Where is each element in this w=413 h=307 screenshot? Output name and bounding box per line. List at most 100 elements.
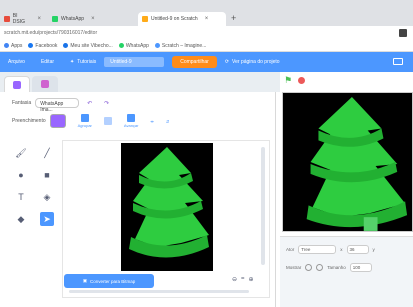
browser-tab-scratch[interactable]: Untitled-9 on Scratch × [138, 12, 226, 26]
bookmark-label: Meu site Vibecho... [70, 42, 113, 49]
close-icon[interactable]: × [37, 16, 41, 22]
text-tool[interactable]: T [14, 190, 28, 204]
x-label: x [340, 247, 343, 252]
flip-horizontal-icon: ⇹ [150, 118, 154, 124]
zoom-controls: ⊖ = ⊕ [232, 276, 254, 283]
convert-label: Converter para Bitmap [89, 278, 136, 284]
flip-vertical-button[interactable]: ⇵ [166, 119, 169, 124]
close-icon[interactable]: × [205, 16, 209, 22]
tab-favicon-icon [142, 16, 148, 22]
vertical-scrollbar[interactable] [261, 147, 265, 265]
bookmark-whatsapp[interactable]: WhatsApp [118, 43, 149, 49]
bookmark-facebook[interactable]: Facebook [28, 43, 57, 49]
close-icon[interactable]: × [91, 16, 95, 22]
flip-horizontal-button[interactable]: ⇹ [150, 119, 153, 124]
tutorials-label: Tutoriais [77, 59, 97, 65]
bookmark-scratch[interactable]: Scratch – Imagine... [154, 42, 207, 49]
refresh-icon: ⟳ [224, 59, 230, 65]
paint-tools: 🖌 ╱ ● ■ T ◈ ◆ ➤ [14, 146, 54, 226]
editor-tabs [0, 72, 280, 92]
see-project-label: Ver página do projeto [232, 59, 280, 65]
sprite-info-panel: Ator Tree x 36 y Mostrar Tamanho 100 [280, 236, 413, 307]
browser-tab-bi[interactable]: BI DSIG × [0, 12, 45, 26]
bookmark-apps[interactable]: Apps [4, 43, 22, 49]
bookmark-label: Scratch – Imagine... [161, 42, 207, 49]
ungroup-button[interactable] [103, 117, 112, 125]
my-stuff-icon[interactable] [393, 58, 403, 65]
x-input[interactable]: 36 [346, 245, 369, 254]
flip-vertical-icon: ⇵ [165, 118, 170, 124]
zoom-out-button[interactable]: ⊖ [232, 276, 237, 283]
browser-tab-whatsapp[interactable]: WhatsApp × [48, 12, 132, 26]
stage-controls: ⚑ [280, 72, 413, 88]
tab-label: BI DSIG [12, 13, 26, 25]
y-label: y [372, 247, 375, 252]
green-flag-icon[interactable]: ⚑ [284, 75, 292, 86]
fill-tool[interactable]: ◈ [40, 190, 54, 204]
scratch-icon [154, 43, 160, 48]
costume-image[interactable] [121, 143, 213, 271]
zoom-reset-button[interactable]: = [241, 276, 245, 283]
show-label: Mostrar [286, 265, 302, 270]
undo-button[interactable]: ↶ [83, 100, 96, 107]
file-menu[interactable]: Arquivo [0, 59, 33, 65]
extension-icon[interactable] [399, 29, 407, 37]
sprite-row: Ator Tree x 36 y [286, 245, 375, 254]
fill-row: Preenchimento Agrupar Avançar ⇹ ⇵ [12, 114, 169, 128]
project-title-input[interactable]: Untitled-9 [104, 57, 165, 67]
costume-label: Fantasia [12, 100, 32, 106]
forward-label: Avançar [123, 123, 139, 128]
rectangle-tool[interactable]: ■ [40, 168, 54, 182]
hide-eye-icon[interactable] [316, 264, 324, 271]
convert-to-bitmap-button[interactable]: ▣ Converter para Bitmap [64, 274, 154, 288]
share-button[interactable]: Compartilhar [172, 56, 217, 68]
size-input[interactable]: 100 [349, 263, 372, 272]
show-eye-icon[interactable] [305, 264, 313, 271]
url-text[interactable]: scratch.mit.edu/projects/790316017/edito… [4, 30, 97, 36]
site-icon [63, 43, 69, 48]
whatsapp-icon [118, 43, 124, 48]
bookmark-label: Facebook [35, 42, 58, 49]
tab-sounds[interactable] [32, 76, 58, 92]
forward-button[interactable]: Avançar [123, 114, 139, 128]
image-icon: ▣ [82, 278, 87, 283]
browser-tab-bar: BI DSIG × WhatsApp × Untitled-9 on Scrat… [0, 0, 413, 26]
tab-label: Untitled-9 on Scratch [151, 16, 198, 22]
circle-tool[interactable]: ● [14, 168, 28, 182]
redo-button[interactable]: ↷ [100, 100, 113, 107]
new-tab-button[interactable]: + [231, 13, 236, 23]
select-tool[interactable]: ➤ [40, 212, 54, 226]
costume-row: Fantasia WhatsApp Ima... ↶ ↷ [12, 98, 113, 113]
apps-icon [4, 43, 9, 48]
stage[interactable] [282, 92, 413, 232]
fill-label: Preenchimento [12, 118, 46, 124]
line-tool[interactable]: ╱ [40, 146, 54, 160]
sound-icon [41, 80, 49, 88]
edit-menu[interactable]: Editar [33, 59, 62, 65]
size-label: Tamanho [327, 265, 346, 270]
costume-icon [13, 80, 21, 89]
sprite-name-input[interactable]: Tree [298, 245, 337, 254]
tab-favicon-icon [52, 16, 58, 22]
bookmark-label: Apps [11, 42, 23, 49]
zoom-in-button[interactable]: ⊕ [249, 276, 254, 283]
tutorials-menu[interactable]: ✦ Tutoriais [62, 59, 104, 65]
horizontal-scrollbar[interactable] [69, 290, 249, 293]
see-project-page-button[interactable]: ⟳ Ver página do projeto [217, 59, 288, 65]
show-row: Mostrar Tamanho 100 [286, 263, 372, 272]
stop-icon[interactable] [298, 76, 306, 84]
eraser-tool[interactable]: ◆ [14, 212, 28, 226]
sprite-label: Ator [286, 247, 295, 252]
tab-costumes[interactable] [4, 76, 30, 92]
costume-name-input[interactable]: WhatsApp Ima... [35, 98, 80, 113]
group-icon [80, 114, 89, 122]
tab-favicon-icon [4, 16, 10, 22]
fill-color-swatch[interactable] [49, 114, 66, 128]
bookmark-site[interactable]: Meu site Vibecho... [63, 42, 113, 49]
bookmarks-bar: Apps Facebook Meu site Vibecho... WhatsA… [0, 40, 413, 52]
forward-icon [127, 114, 136, 122]
brush-tool[interactable]: 🖌 [14, 146, 28, 160]
facebook-icon [28, 43, 34, 48]
address-bar[interactable]: scratch.mit.edu/projects/790316017/edito… [0, 26, 413, 40]
group-button[interactable]: Agrupar [78, 114, 92, 128]
